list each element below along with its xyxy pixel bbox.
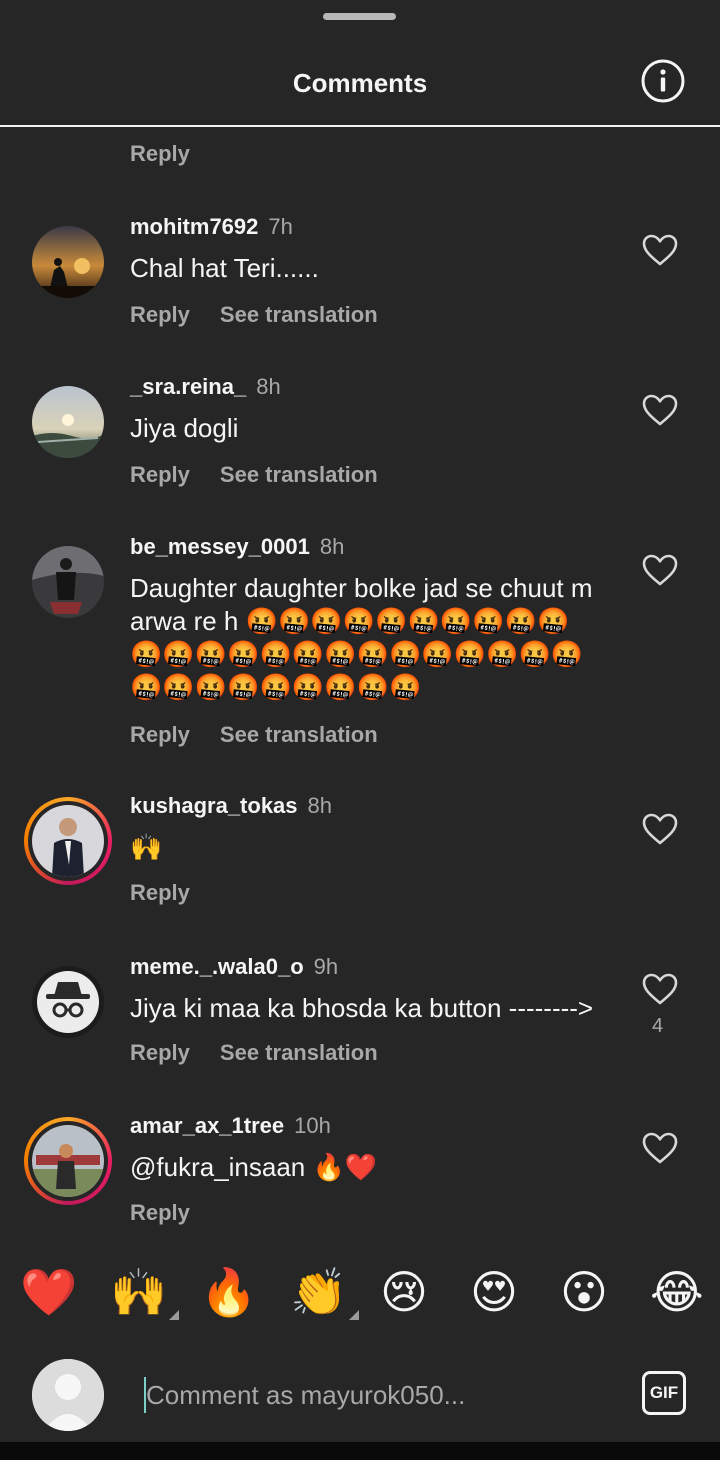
header-divider: [0, 125, 720, 127]
comment-time: 10h: [294, 1113, 331, 1138]
emoji-raising-hands-button[interactable]: 🙌: [110, 1262, 180, 1322]
comment-composer: GIF: [0, 1355, 720, 1445]
current-user-avatar: [32, 1359, 104, 1431]
emoji-heart-eyes-button[interactable]: 😍: [470, 1262, 518, 1322]
avatar[interactable]: [32, 966, 104, 1038]
comment-text: Jiya ki maa ka bhosda ka button --------…: [130, 993, 594, 1023]
comment-text: @fukra_insaan 🔥❤️: [130, 1152, 378, 1182]
heart-icon[interactable]: [641, 393, 679, 427]
header: Comments: [0, 40, 720, 126]
info-icon[interactable]: [640, 58, 686, 104]
comment-text: Daughter daughter bolke jad se chuut mar…: [130, 573, 593, 702]
emoji-clapping-button[interactable]: 👏: [290, 1262, 360, 1322]
comment-username[interactable]: _sra.reina_: [130, 374, 246, 399]
comment-username[interactable]: be_messey_0001: [130, 534, 310, 559]
emoji-fire-button[interactable]: 🔥: [200, 1262, 257, 1322]
comment-text: Jiya dogli: [130, 413, 239, 443]
avatar[interactable]: [32, 546, 104, 618]
comment-time: 7h: [268, 214, 293, 239]
reply-button[interactable]: Reply: [130, 141, 190, 167]
comment-username[interactable]: amar_ax_1tree: [130, 1113, 284, 1138]
reply-button[interactable]: Reply: [130, 722, 190, 747]
see-translation-link[interactable]: See translation: [220, 1040, 378, 1065]
comment-time: 8h: [307, 793, 333, 818]
avatar[interactable]: [32, 386, 104, 458]
reply-button[interactable]: Reply: [130, 462, 190, 487]
see-translation-link[interactable]: See translation: [220, 722, 378, 747]
skin-tone-indicator: [349, 1310, 360, 1320]
emoji-heart-button[interactable]: ❤️: [20, 1262, 77, 1322]
emoji-crying-button[interactable]: 😢: [380, 1262, 428, 1322]
heart-icon[interactable]: [641, 233, 679, 267]
heart-icon[interactable]: [641, 553, 679, 587]
comment-time: 8h: [319, 534, 345, 559]
comment-username[interactable]: mohitm7692: [130, 214, 258, 239]
comment-username[interactable]: meme._.wala0_o: [130, 954, 304, 979]
see-translation-link[interactable]: See translation: [220, 302, 378, 327]
reply-button[interactable]: Reply: [130, 880, 190, 905]
comment-username[interactable]: kushagra_tokas: [130, 793, 298, 818]
avatar[interactable]: [32, 226, 104, 298]
page-title: Comments: [292, 68, 428, 98]
emoji-surprised-button[interactable]: 😮: [560, 1262, 608, 1322]
emoji-laughing-button[interactable]: 😂: [650, 1262, 704, 1322]
comment-input[interactable]: [146, 1375, 606, 1415]
avatar: [32, 1125, 104, 1197]
emoji-raising-hands: 🙌: [110, 1265, 168, 1319]
comment-time: 8h: [256, 374, 281, 399]
system-nav-bar: [0, 1442, 720, 1460]
see-translation-link[interactable]: See translation: [220, 462, 378, 487]
like-count[interactable]: 4: [652, 1015, 663, 1038]
emoji-clapping: 👏: [290, 1265, 348, 1319]
gif-button[interactable]: GIF: [642, 1371, 686, 1415]
heart-icon[interactable]: [641, 1131, 679, 1165]
skin-tone-indicator: [169, 1310, 180, 1320]
comment-text: Chal hat Teri......: [130, 253, 319, 283]
reply-button[interactable]: Reply: [130, 1040, 190, 1065]
avatar-story-ring[interactable]: [24, 1117, 112, 1205]
comment-text: 🙌: [130, 832, 163, 862]
reply-button[interactable]: Reply: [130, 302, 190, 327]
heart-icon[interactable]: [641, 812, 679, 846]
heart-icon[interactable]: [641, 972, 679, 1006]
reply-button[interactable]: Reply: [130, 1200, 190, 1225]
emoji-quick-bar: ❤️ 🙌 🔥 👏 😢 😍 😮 😂: [0, 1262, 720, 1324]
avatar: [32, 805, 104, 877]
avatar-story-ring[interactable]: [24, 797, 112, 885]
comment-time: 9h: [313, 954, 339, 979]
drag-handle[interactable]: [323, 13, 396, 20]
